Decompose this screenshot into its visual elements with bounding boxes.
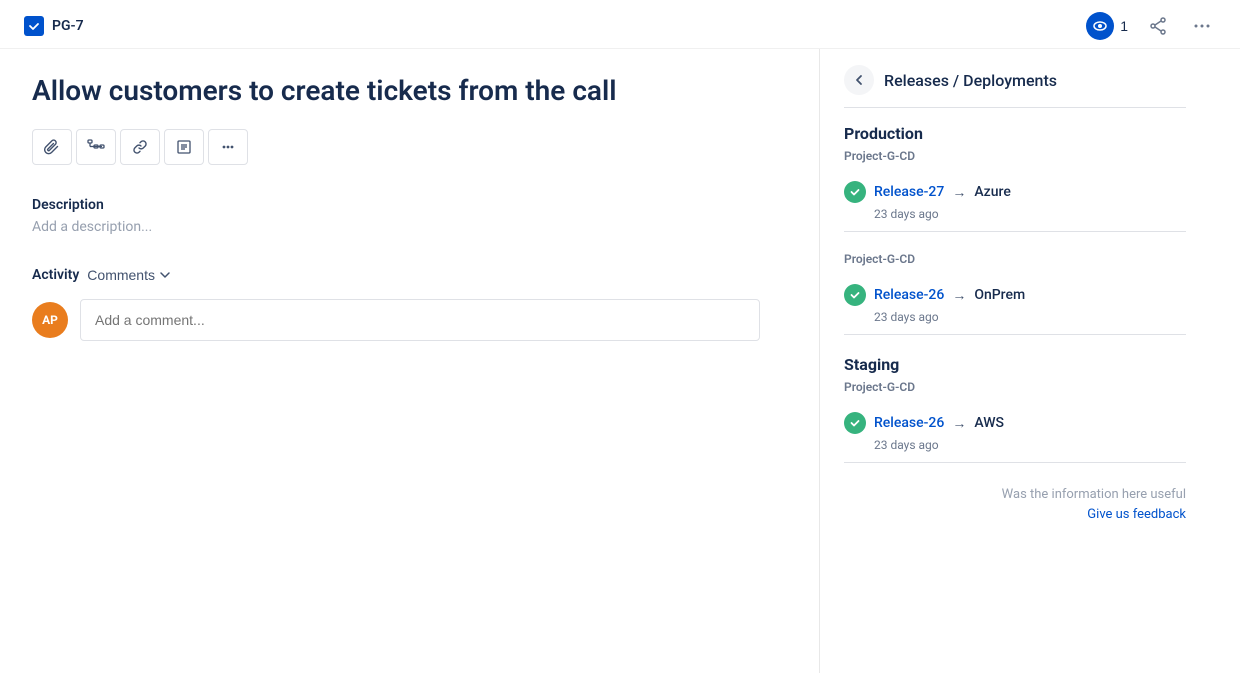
link-button[interactable]: [120, 129, 160, 165]
check-icon: [844, 412, 866, 434]
env-onprem-project: Project-G-CD: [844, 252, 1186, 266]
release-26-aws-link[interactable]: Release-26: [874, 415, 944, 431]
activity-section: Activity Comments AP: [32, 267, 787, 341]
main-content: Allow customers to create tickets from t…: [0, 49, 1240, 673]
release-item: Release-26 → AWS 23 days ago: [844, 402, 1186, 463]
release-27-target: Azure: [974, 184, 1011, 200]
feedback-text: Was the information here useful: [844, 487, 1186, 502]
description-placeholder[interactable]: Add a description...: [32, 219, 787, 235]
comment-row: AP: [32, 299, 787, 341]
arrow-icon: →: [952, 184, 966, 201]
release-26-onprem-target: OnPrem: [974, 287, 1025, 303]
release-item: Release-26 → OnPrem 23 days ago: [844, 274, 1186, 335]
release-27-link[interactable]: Release-27: [874, 184, 944, 200]
release-26-aws-time: 23 days ago: [874, 438, 1186, 452]
env-staging: Staging Project-G-CD Release-26 → AWS 23…: [844, 355, 1186, 463]
issue-title: Allow customers to create tickets from t…: [32, 73, 732, 109]
ticket-id: PG-7: [52, 18, 84, 34]
share-button[interactable]: [1144, 12, 1172, 40]
arrow-icon: →: [952, 415, 966, 432]
activity-header: Activity Comments: [32, 267, 787, 283]
env-production-project: Project-G-CD: [844, 149, 1186, 163]
releases-header: Releases / Deployments: [844, 65, 1186, 108]
comments-filter-label: Comments: [87, 267, 155, 283]
eye-icon: [1086, 12, 1114, 40]
watch-button[interactable]: 1: [1086, 12, 1128, 40]
release-26-onprem-time: 23 days ago: [874, 310, 1186, 324]
back-button[interactable]: [844, 65, 874, 95]
attach-button[interactable]: [32, 129, 72, 165]
feedback-section: Was the information here useful Give us …: [844, 487, 1186, 522]
right-panel: Releases / Deployments Production Projec…: [820, 49, 1210, 673]
arrow-icon: →: [952, 287, 966, 304]
header: PG-7 1: [0, 0, 1240, 49]
env-production-name: Production: [844, 124, 1186, 143]
release-row: Release-26 → OnPrem: [844, 284, 1186, 306]
check-icon: [844, 181, 866, 203]
env-onprem: Project-G-CD Release-26 → OnPrem 23 days…: [844, 252, 1186, 335]
hierarchy-button[interactable]: [76, 129, 116, 165]
watch-count: 1: [1120, 18, 1128, 34]
header-left: PG-7: [24, 16, 84, 36]
description-label: Description: [32, 197, 787, 213]
release-26-onprem-link[interactable]: Release-26: [874, 287, 944, 303]
more-toolbar-button[interactable]: [208, 129, 248, 165]
page: PG-7 1: [0, 0, 1240, 673]
release-row: Release-26 → AWS: [844, 412, 1186, 434]
comment-input[interactable]: [80, 299, 760, 341]
release-26-aws-target: AWS: [974, 415, 1004, 431]
activity-label: Activity: [32, 267, 79, 283]
more-options-button[interactable]: [1188, 12, 1216, 40]
release-item: Release-27 → Azure 23 days ago: [844, 171, 1186, 232]
toolbar: [32, 129, 787, 165]
release-27-time: 23 days ago: [874, 207, 1186, 221]
env-production: Production Project-G-CD Release-27 → Azu…: [844, 124, 1186, 232]
env-staging-name: Staging: [844, 355, 1186, 374]
release-row: Release-27 → Azure: [844, 181, 1186, 203]
avatar: AP: [32, 302, 68, 338]
releases-panel-title: Releases / Deployments: [884, 71, 1057, 90]
feedback-link[interactable]: Give us feedback: [1087, 507, 1186, 522]
env-staging-project: Project-G-CD: [844, 380, 1186, 394]
comments-filter-button[interactable]: Comments: [87, 267, 171, 283]
left-panel: Allow customers to create tickets from t…: [0, 49, 820, 673]
check-icon: [844, 284, 866, 306]
ticket-checkbox-icon: [24, 16, 44, 36]
header-right: 1: [1086, 12, 1216, 40]
checklist-button[interactable]: [164, 129, 204, 165]
